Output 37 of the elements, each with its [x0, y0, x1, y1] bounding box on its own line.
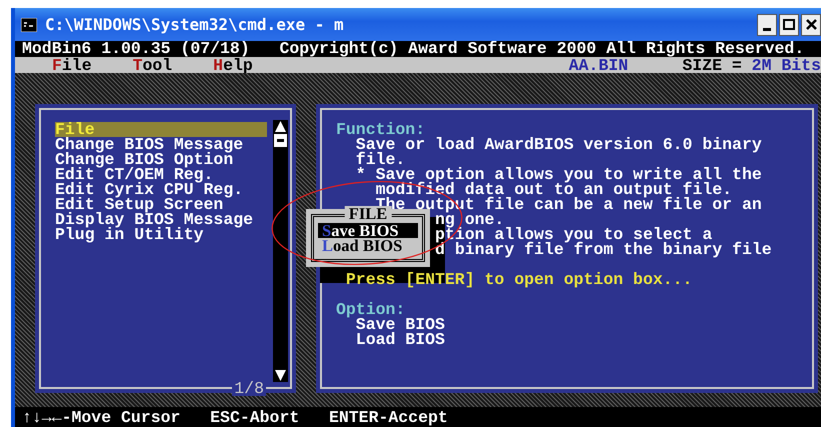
scroll-up-icon[interactable]	[275, 121, 286, 132]
scrollbar[interactable]	[273, 120, 288, 382]
section-heading: Function:	[336, 120, 426, 139]
window-title: C:\WINDOWS\System32\cmd.exe - m	[45, 14, 344, 36]
copyright-text: Copyright(c) Award Software 2000 All Rights Reserved.	[279, 41, 804, 57]
menu-item[interactable]: File	[52, 58, 133, 72]
minimize-icon	[763, 28, 771, 30]
maximize-icon	[783, 19, 795, 30]
key-hint: ENTER-Accept	[328, 410, 448, 424]
section-heading: Option:	[336, 300, 406, 319]
function-item[interactable]: Change BIOS Message	[55, 137, 267, 152]
close-icon	[806, 19, 816, 30]
popup-title: FILE	[344, 206, 392, 221]
menu-item[interactable]: Tool	[132, 58, 214, 72]
popup-option[interactable]: Save BIOS	[318, 223, 418, 238]
list-position: 1/8	[232, 381, 266, 396]
function-item[interactable]: Edit CT/OEM Reg.	[55, 167, 267, 182]
size-label: SIZE =	[682, 58, 742, 72]
function-item[interactable]: Edit Cyrix CPU Reg.	[55, 182, 267, 197]
key-hint: ↑↓→←-Move Cursor	[22, 410, 180, 424]
function-item[interactable]: Edit Setup Screen	[55, 197, 267, 212]
popup-option[interactable]: Load BIOS	[318, 238, 418, 253]
file-name: AA.BIN	[568, 58, 630, 72]
close-button[interactable]	[801, 14, 821, 36]
key-hint: ESC-Abort	[210, 410, 300, 424]
minimize-button[interactable]	[757, 14, 777, 36]
console-icon	[21, 18, 37, 32]
scroll-thumb[interactable]	[274, 134, 287, 147]
function-item[interactable]: Change BIOS Option	[55, 152, 267, 167]
function-item[interactable]: Display BIOS Message	[55, 212, 267, 227]
function-item[interactable]: Plug in Utility	[55, 227, 267, 242]
maximize-button[interactable]	[779, 14, 799, 36]
size-value: 2M Bits	[752, 58, 821, 72]
description-line: Load BIOS	[356, 330, 445, 349]
program-version: ModBin6 1.00.35 (07/18)	[22, 41, 250, 57]
scroll-down-icon[interactable]	[275, 370, 286, 381]
menu-item[interactable]: Help	[213, 58, 294, 72]
